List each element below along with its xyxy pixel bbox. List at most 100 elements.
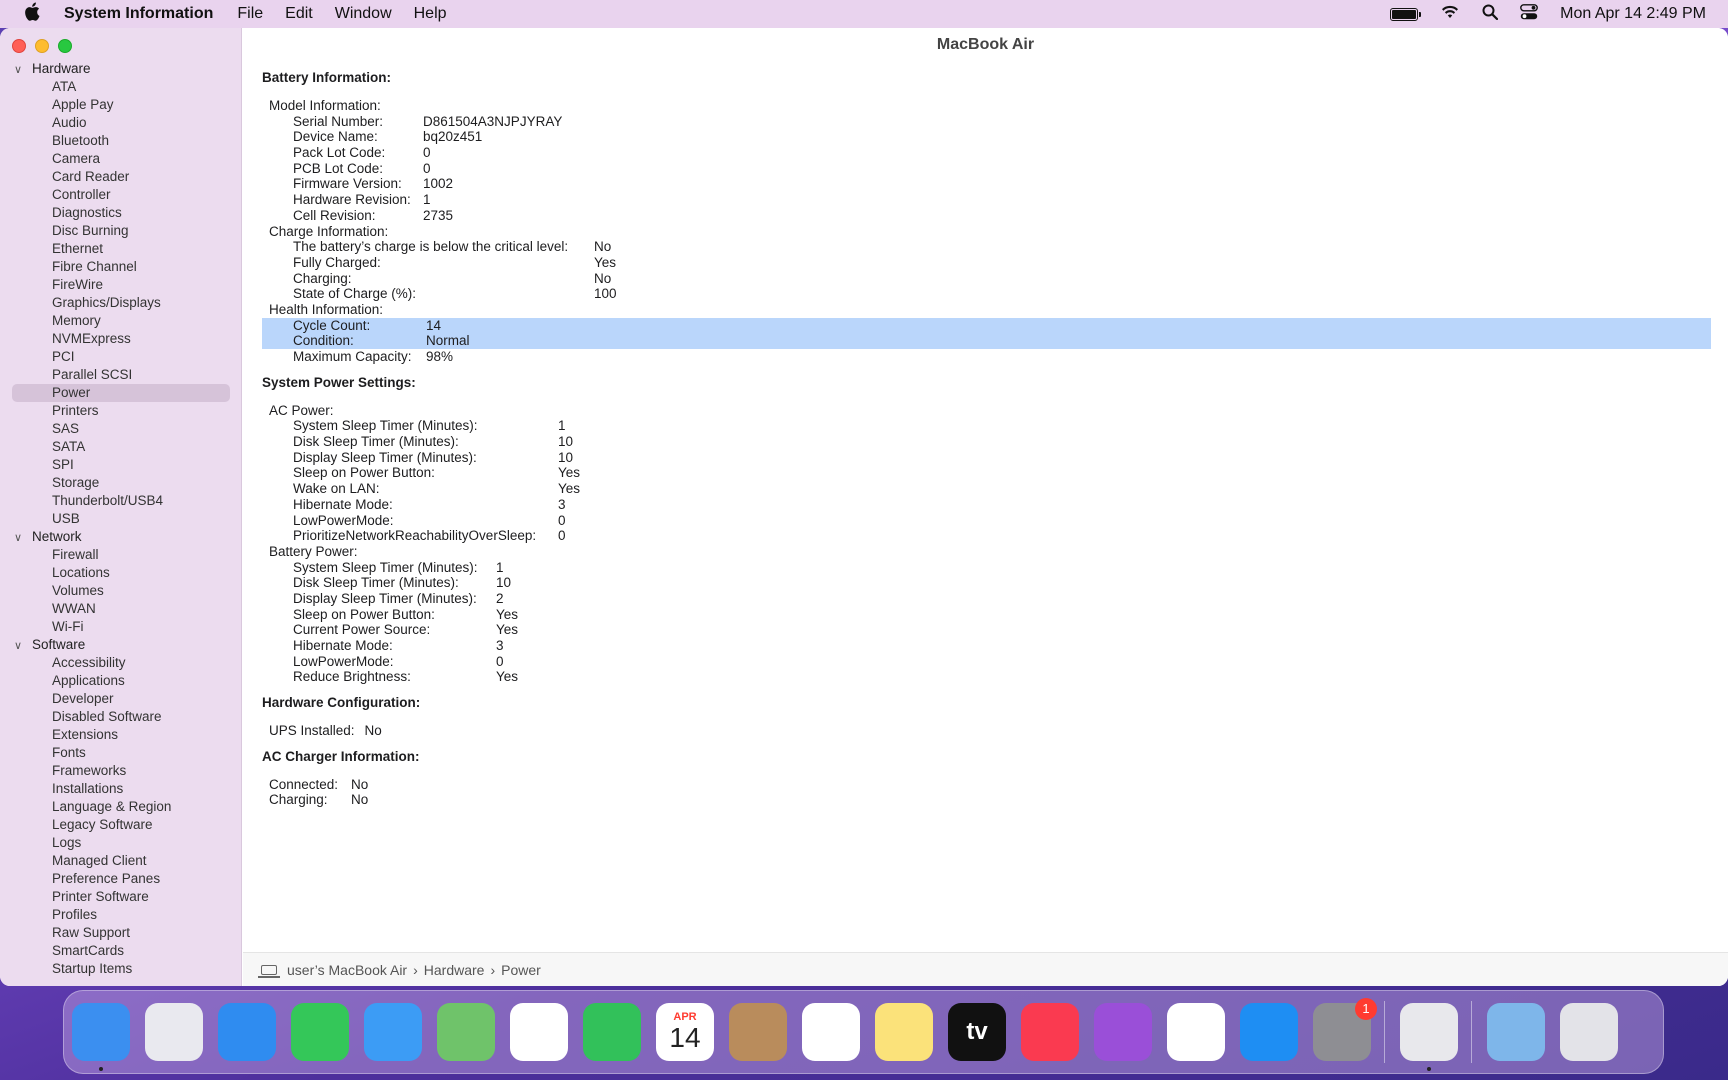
ac-power-label: AC Power:	[269, 402, 334, 418]
contacts-icon[interactable]	[729, 1003, 787, 1061]
sidebar-item-thunderbolt-usb4[interactable]: Thunderbolt/USB4	[0, 492, 242, 510]
menu-window[interactable]: Window	[335, 5, 392, 23]
sidebar-item-raw-support[interactable]: Raw Support	[0, 924, 242, 942]
system-information-icon[interactable]	[1400, 1003, 1458, 1071]
sidebar-item-spi[interactable]: SPI	[0, 456, 242, 474]
app-name-menu[interactable]: System Information	[64, 5, 213, 23]
sidebar-item-camera[interactable]: Camera	[0, 150, 242, 168]
app-store-icon[interactable]	[1240, 1003, 1298, 1061]
sidebar-item-profiles[interactable]: Profiles	[0, 906, 242, 924]
sidebar-item-managed-client[interactable]: Managed Client	[0, 852, 242, 870]
sidebar-item-smartcards[interactable]: SmartCards	[0, 942, 242, 960]
facetime-icon[interactable]	[583, 1003, 641, 1061]
sidebar-item-applications[interactable]: Applications	[0, 672, 242, 690]
info-value: 0	[558, 528, 566, 544]
photos-icon[interactable]	[510, 1003, 568, 1061]
maps-icon[interactable]	[437, 1003, 495, 1061]
path-separator: ›	[490, 961, 496, 978]
chevron-down-icon[interactable]: ∨	[14, 529, 32, 547]
sidebar-item-frameworks[interactable]: Frameworks	[0, 762, 242, 780]
sidebar-item-graphics-displays[interactable]: Graphics/Displays	[0, 294, 242, 312]
apple-menu-icon[interactable]	[0, 2, 64, 26]
ac-charger-information-heading: AC Charger Information:	[262, 748, 420, 764]
chevron-down-icon[interactable]: ∨	[14, 637, 32, 655]
sidebar-item-memory[interactable]: Memory	[0, 312, 242, 330]
sidebar-item-ethernet[interactable]: Ethernet	[0, 240, 242, 258]
clock[interactable]: Mon Apr 14 2:49 PM	[1560, 5, 1706, 23]
battery-icon[interactable]	[1390, 7, 1422, 21]
control-center-icon[interactable]	[1520, 3, 1539, 25]
menu-help[interactable]: Help	[414, 5, 447, 23]
sidebar-group-software[interactable]: ∨ Software	[0, 636, 242, 654]
wifi-icon[interactable]	[1440, 4, 1460, 24]
sidebar-item-card-reader[interactable]: Card Reader	[0, 168, 242, 186]
sidebar-item-firewall[interactable]: Firewall	[0, 546, 242, 564]
sidebar-item-startup-items[interactable]: Startup Items	[0, 960, 242, 978]
music-icon[interactable]	[1021, 1003, 1079, 1061]
info-row: Display Sleep Timer (Minutes): 2	[243, 591, 1728, 607]
menu-file[interactable]: File	[237, 5, 263, 23]
sidebar-item-logs[interactable]: Logs	[0, 834, 242, 852]
sidebar-item-fonts[interactable]: Fonts	[0, 744, 242, 762]
sidebar-item-nvmexpress[interactable]: NVMExpress	[0, 330, 242, 348]
minimize-button[interactable]	[35, 39, 49, 53]
sidebar-item-preference-panes[interactable]: Preference Panes	[0, 870, 242, 888]
messages-icon[interactable]	[291, 1003, 349, 1061]
downloads-folder-icon[interactable]	[1487, 1003, 1545, 1061]
close-button[interactable]	[12, 39, 26, 53]
launchpad-icon[interactable]	[145, 1003, 203, 1061]
sidebar-item-apple-pay[interactable]: Apple Pay	[0, 96, 242, 114]
notes-icon[interactable]	[875, 1003, 933, 1061]
sidebar-item-sas[interactable]: SAS	[0, 420, 242, 438]
sidebar-item-ata[interactable]: ATA	[0, 78, 242, 96]
sidebar-item-usb[interactable]: USB	[0, 510, 242, 528]
safari-icon[interactable]	[218, 1003, 276, 1061]
apple-tv-icon[interactable]: tv	[948, 1003, 1006, 1061]
sidebar-item-installations[interactable]: Installations	[0, 780, 242, 798]
trash-icon[interactable]	[1560, 1003, 1618, 1061]
sidebar-group-network[interactable]: ∨ Network	[0, 528, 242, 546]
sidebar-item-firewire[interactable]: FireWire	[0, 276, 242, 294]
menu-edit[interactable]: Edit	[285, 5, 313, 23]
mail-icon[interactable]	[364, 1003, 422, 1061]
podcasts-icon[interactable]	[1094, 1003, 1152, 1061]
calendar-icon[interactable]: APR 14	[656, 1003, 714, 1061]
sidebar-item-wwan[interactable]: WWAN	[0, 600, 242, 618]
sidebar-item-diagnostics[interactable]: Diagnostics	[0, 204, 242, 222]
sidebar-item-fibre-channel[interactable]: Fibre Channel	[0, 258, 242, 276]
path-power[interactable]: Power	[501, 962, 541, 978]
sidebar-item-storage[interactable]: Storage	[0, 474, 242, 492]
sidebar-item-locations[interactable]: Locations	[0, 564, 242, 582]
sidebar-item-wi-fi[interactable]: Wi-Fi	[0, 618, 242, 636]
path-hardware[interactable]: Hardware	[424, 962, 485, 978]
sidebar-item-printers[interactable]: Printers	[0, 402, 242, 420]
sidebar-item-controller[interactable]: Controller	[0, 186, 242, 204]
sidebar-item-extensions[interactable]: Extensions	[0, 726, 242, 744]
path-computer[interactable]: user’s MacBook Air	[287, 962, 407, 978]
sidebar-item-bluetooth[interactable]: Bluetooth	[0, 132, 242, 150]
sidebar-item-audio[interactable]: Audio	[0, 114, 242, 132]
dock: APR 14 tv 1	[63, 990, 1664, 1074]
info-value: 0	[558, 512, 566, 528]
sidebar-item-language-region[interactable]: Language & Region	[0, 798, 242, 816]
news-icon[interactable]	[1167, 1003, 1225, 1061]
sidebar-item-disc-burning[interactable]: Disc Burning	[0, 222, 242, 240]
sidebar-item-parallel-scsi[interactable]: Parallel SCSI	[0, 366, 242, 384]
sidebar-item-accessibility[interactable]: Accessibility	[0, 654, 242, 672]
sidebar-item-sata[interactable]: SATA	[0, 438, 242, 456]
finder-icon[interactable]	[72, 1003, 130, 1071]
info-key: PCB Lot Code:	[293, 160, 384, 176]
chevron-down-icon[interactable]: ∨	[14, 61, 32, 79]
sidebar-item-power[interactable]: Power	[12, 384, 230, 402]
sidebar-group-hardware[interactable]: ∨ Hardware	[0, 60, 242, 78]
sidebar-item-disabled-software[interactable]: Disabled Software	[0, 708, 242, 726]
zoom-button[interactable]	[58, 39, 72, 53]
reminders-icon[interactable]	[802, 1003, 860, 1061]
sidebar-item-pci[interactable]: PCI	[0, 348, 242, 366]
spotlight-search-icon[interactable]	[1482, 4, 1499, 25]
sidebar-item-legacy-software[interactable]: Legacy Software	[0, 816, 242, 834]
sidebar-item-developer[interactable]: Developer	[0, 690, 242, 708]
sidebar-item-printer-software[interactable]: Printer Software	[0, 888, 242, 906]
system-preferences-icon[interactable]: 1	[1313, 998, 1377, 1061]
sidebar-item-volumes[interactable]: Volumes	[0, 582, 242, 600]
